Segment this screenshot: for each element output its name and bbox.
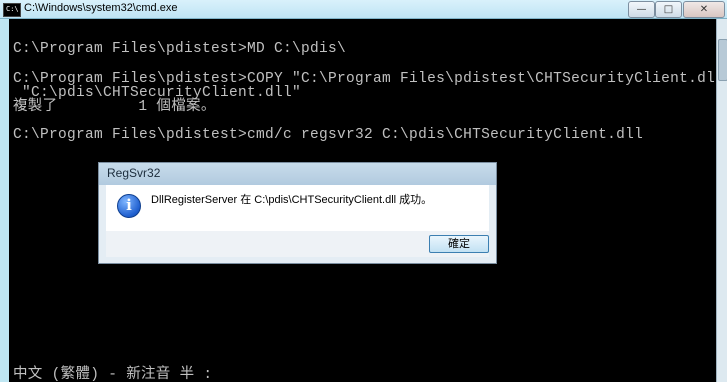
vertical-scrollbar[interactable]: [716, 19, 727, 382]
ime-status-line: 中文 (繁體) - 新注音 半 :: [13, 367, 213, 382]
dialog-title-bar[interactable]: RegSvr32: [99, 163, 496, 185]
console-line: C:\Program Files\pdistest>MD C:\pdis\: [13, 41, 347, 57]
dialog-message: DllRegisterServer 在 C:\pdis\CHTSecurityC…: [151, 194, 433, 206]
maximize-icon: □: [663, 4, 674, 15]
close-button[interactable]: ✕: [683, 1, 725, 18]
dialog-title: RegSvr32: [107, 166, 161, 180]
console-line: C:\Program Files\pdistest>cmd/c regsvr32…: [13, 127, 644, 143]
regsvr32-dialog: RegSvr32 i DllRegisterServer 在 C:\pdis\C…: [98, 162, 497, 264]
window-title: C:\Windows\system32\cmd.exe: [24, 2, 178, 14]
dialog-footer: 確定: [106, 231, 489, 257]
minimize-button[interactable]: —: [628, 1, 655, 18]
title-bar[interactable]: C:\ C:\Windows\system32\cmd.exe — □ ✕: [0, 0, 727, 19]
cmd-app-icon[interactable]: C:\: [3, 3, 21, 17]
dialog-body: i DllRegisterServer 在 C:\pdis\CHTSecurit…: [106, 185, 489, 231]
info-icon: i: [117, 194, 141, 218]
console-line: 複製了 1 個檔案。: [13, 99, 216, 115]
scrollbar-thumb[interactable]: [718, 39, 727, 81]
ok-button[interactable]: 確定: [429, 235, 489, 253]
minimize-icon: —: [636, 4, 647, 15]
close-icon: ✕: [699, 4, 709, 15]
maximize-button[interactable]: □: [655, 1, 682, 18]
